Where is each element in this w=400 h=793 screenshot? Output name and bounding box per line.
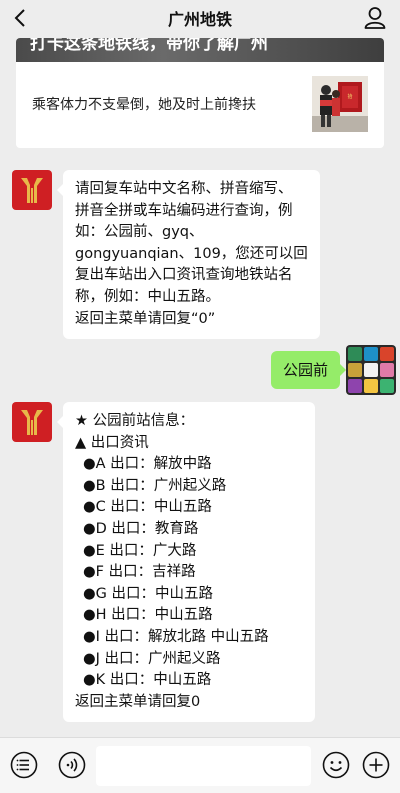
- input-bar: [0, 737, 400, 793]
- article-title[interactable]: 乘客体力不支晕倒，她及时上前搀扶: [32, 94, 256, 114]
- user-icon[interactable]: [364, 6, 386, 30]
- return-menu-hint: 返回主菜单请回复0: [75, 693, 201, 710]
- exit-item: ●H 出口：中山五路: [83, 607, 213, 624]
- emoji-icon[interactable]: [322, 751, 350, 779]
- bot-message-line: 称，例如：中山五路。: [75, 288, 220, 305]
- exit-item: ●D 出口：教育路: [83, 520, 199, 537]
- exit-item: ●I 出口：解放北路 中山五路: [83, 628, 269, 645]
- bot-message-line: gongyuanqian、109，您还可以回: [75, 245, 308, 262]
- bot-message-line: 拼音全拼或车站编码进行查询，例: [75, 202, 293, 219]
- bot-message-line: 如：公园前、gyq、: [75, 224, 204, 241]
- exit-item: ●B 出口：广州起义路: [83, 477, 227, 494]
- message-input[interactable]: [96, 746, 311, 786]
- bot-message-line: 请回复车站中文名称、拼音缩写、: [75, 181, 293, 197]
- article-banner-image[interactable]: 打卡这条地铁线，带你了解广州: [16, 38, 384, 62]
- bot-message-bubble[interactable]: 请回复车站中文名称、拼音缩写、 拼音全拼或车站编码进行查询，例 如：公园前、gy…: [57, 170, 320, 340]
- exit-item: ●E 出口：广大路: [83, 542, 197, 559]
- exit-section-heading: ▲ 出口资讯: [75, 434, 149, 451]
- guangzhou-metro-logo-icon[interactable]: [12, 402, 52, 442]
- article-card[interactable]: 打卡这条地铁线，带你了解广州 乘客体力不支晕倒，她及时上前搀扶 拾: [16, 38, 384, 148]
- exit-item: ●K 出口：中山五路: [83, 672, 212, 689]
- exit-item: ●J 出口：广州起义路: [83, 650, 221, 667]
- top-bar: 广州地铁: [0, 0, 400, 36]
- page-title: 广州地铁: [167, 10, 232, 29]
- exit-item: ●F 出口：吉祥路: [83, 564, 196, 581]
- user-message-text: 公园前: [282, 361, 328, 379]
- svg-text:拾: 拾: [347, 93, 352, 100]
- exit-item: ●C 出口：中山五路: [83, 499, 212, 516]
- user-message-bubble[interactable]: 公园前: [270, 351, 347, 389]
- bot-message-line: 复出车站出入口资讯查询地铁站名: [75, 267, 293, 284]
- exit-item: ●G 出口：中山五路: [83, 585, 213, 602]
- station-info-title: ★ 公园前站信息：: [75, 413, 195, 429]
- article-banner-text: 打卡这条地铁线，带你了解广州: [30, 38, 268, 54]
- plus-circle-icon[interactable]: [362, 751, 390, 779]
- bot-message-line: 返回主菜单请回复“0”: [75, 310, 216, 327]
- article-thumbnail[interactable]: 拾: [312, 76, 368, 132]
- station-info-bubble[interactable]: ★ 公园前站信息： ▲ 出口资讯 ●A 出口：解放中路 ●B 出口：广州起义路 …: [57, 402, 315, 723]
- user-avatar[interactable]: [346, 345, 396, 395]
- chevron-left-icon[interactable]: [8, 4, 32, 32]
- menu-list-icon[interactable]: [10, 751, 38, 779]
- voice-icon[interactable]: [58, 751, 86, 779]
- guangzhou-metro-logo-icon[interactable]: [12, 170, 52, 210]
- exit-item: ●A 出口：解放中路: [83, 456, 212, 473]
